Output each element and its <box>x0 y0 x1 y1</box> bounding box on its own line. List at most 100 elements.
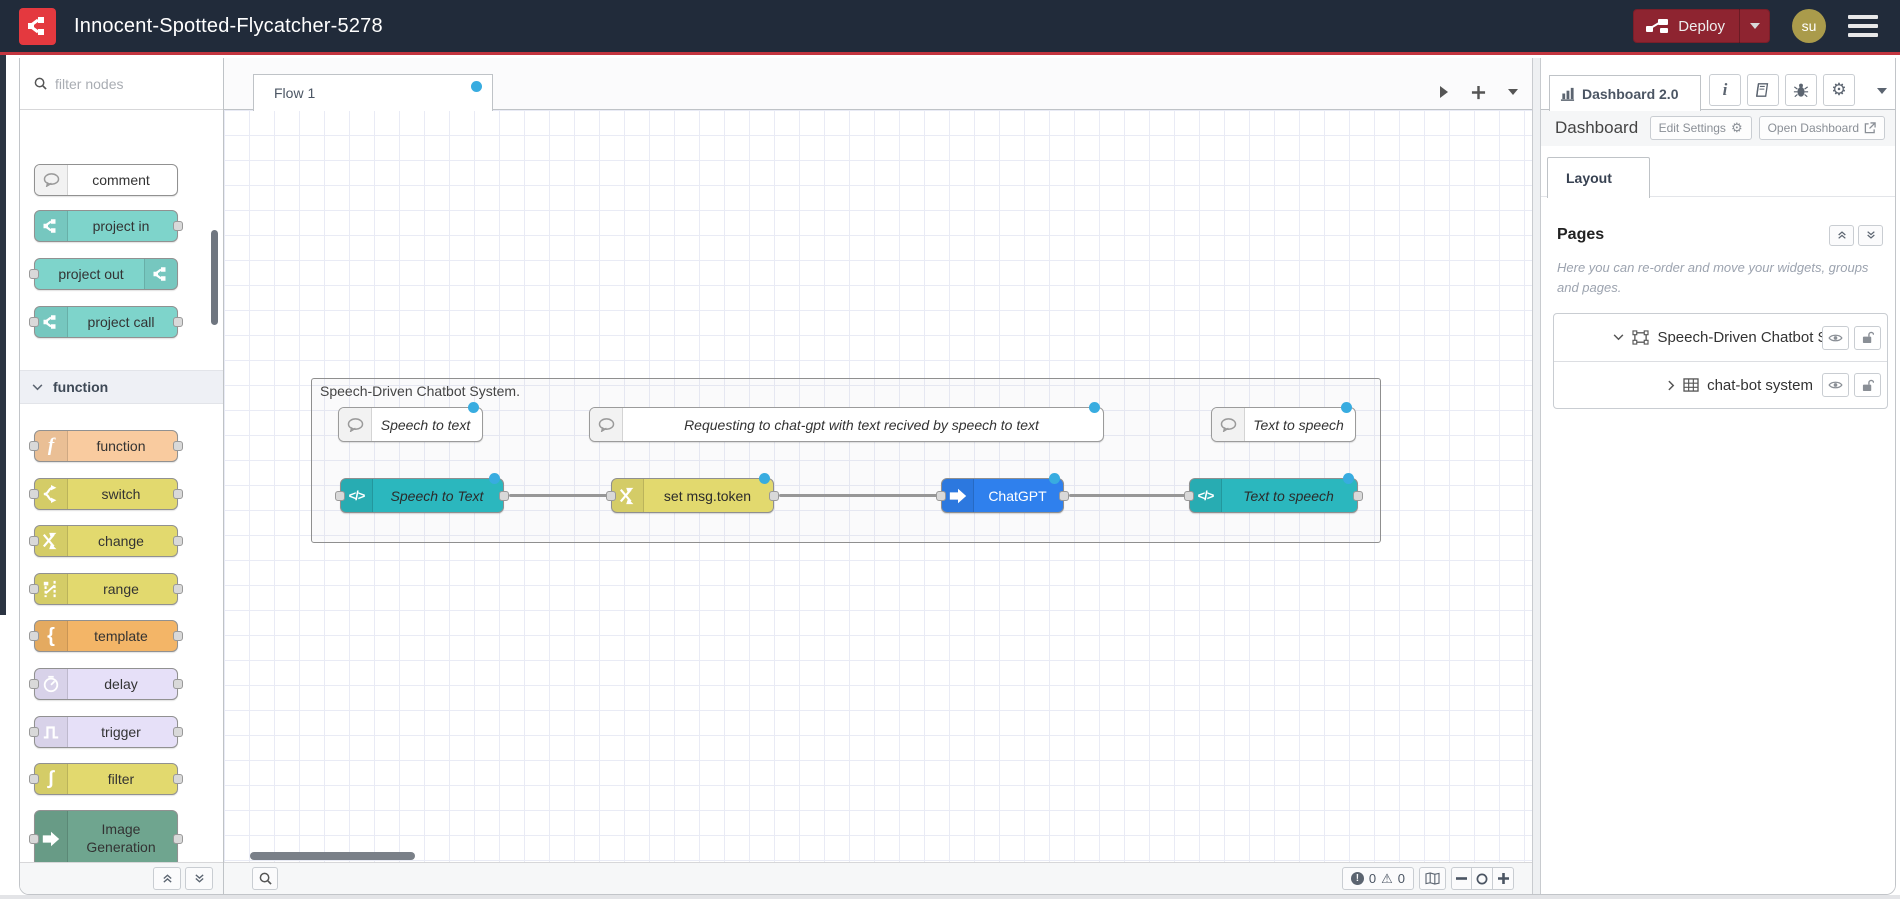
chevron-down-icon[interactable] <box>1613 334 1624 341</box>
changed-dot <box>759 473 770 484</box>
page-group-icon <box>1632 330 1650 345</box>
collapse-all-button[interactable] <box>153 867 181 890</box>
tree-row-label: Speech-Driven Chatbot S <box>1657 329 1828 346</box>
status-counts[interactable]: ! 0 ⚠ 0 <box>1341 867 1414 890</box>
palette-node-range[interactable]: range <box>29 573 183 605</box>
debug-tab-button[interactable] <box>1785 74 1817 106</box>
search-icon <box>34 77 47 90</box>
input-port[interactable] <box>1184 490 1194 501</box>
chevron-right-icon[interactable] <box>1668 380 1675 391</box>
tab-flow-1[interactable]: Flow 1 <box>253 74 493 111</box>
input-port[interactable] <box>29 584 39 594</box>
input-port[interactable] <box>29 631 39 641</box>
output-port[interactable] <box>499 490 509 501</box>
config-tab-button[interactable]: ⚙ <box>1823 74 1855 106</box>
output-port[interactable] <box>1353 490 1363 501</box>
output-port[interactable] <box>173 489 183 499</box>
expand-all-button[interactable] <box>185 867 213 890</box>
output-port[interactable] <box>769 490 779 501</box>
zoom-reset-button[interactable] <box>1472 867 1493 890</box>
lock-toggle-button[interactable] <box>1854 373 1881 397</box>
palette-scrollbar[interactable] <box>211 230 218 325</box>
user-avatar[interactable]: su <box>1792 9 1826 43</box>
tree-row-page[interactable]: Speech-Driven Chatbot S <box>1554 314 1887 361</box>
filter-icon: ∫ <box>35 764 68 794</box>
output-port[interactable] <box>173 727 183 737</box>
sidebar-menu-button[interactable] <box>1877 88 1887 94</box>
output-port[interactable] <box>173 441 183 451</box>
canvas-search-button[interactable] <box>252 867 278 890</box>
pages-collapse-all-button[interactable] <box>1829 224 1854 246</box>
input-port[interactable] <box>335 490 345 501</box>
output-port[interactable] <box>173 833 183 844</box>
input-port[interactable] <box>29 774 39 784</box>
tab-layout[interactable]: Layout <box>1547 157 1650 198</box>
input-port[interactable] <box>29 269 39 279</box>
palette-search-input[interactable] <box>55 75 185 92</box>
palette-search[interactable] <box>20 58 223 110</box>
left-scrollbar[interactable] <box>0 55 6 615</box>
palette-node-switch[interactable]: switch <box>29 478 183 510</box>
navigator-map-button[interactable] <box>1419 867 1446 890</box>
flow-node-speech-to-text[interactable]: </> Speech to Text <box>335 473 509 513</box>
output-port[interactable] <box>173 317 183 327</box>
palette-node-project-out[interactable]: project out <box>29 258 178 290</box>
output-port[interactable] <box>173 584 183 594</box>
info-tab-button[interactable]: i <box>1709 74 1741 106</box>
palette-node-image-generation[interactable]: Image Generation <box>29 810 183 862</box>
palette-node-change[interactable]: change <box>29 525 183 557</box>
canvas-horizontal-scrollbar[interactable] <box>250 852 415 860</box>
visibility-toggle-button[interactable] <box>1822 325 1849 350</box>
input-port[interactable] <box>29 727 39 737</box>
output-port[interactable] <box>173 536 183 546</box>
comment-node-text-to-speech[interactable]: Text to speech <box>1211 402 1356 442</box>
tree-row-group[interactable]: chat-bot system <box>1554 361 1887 408</box>
app-header: Innocent-Spotted-Flycatcher-5278 Deploy … <box>0 0 1900 55</box>
add-flow-button[interactable] <box>1471 85 1486 100</box>
output-port[interactable] <box>173 774 183 784</box>
palette-node-project-in[interactable]: project in <box>34 210 183 242</box>
comment-node-chatgpt-request[interactable]: Requesting to chat-gpt with text recived… <box>589 402 1104 442</box>
input-port[interactable] <box>29 536 39 546</box>
deploy-options-button[interactable] <box>1739 9 1769 43</box>
input-port[interactable] <box>29 833 39 844</box>
palette-node-function[interactable]: f function <box>29 430 183 462</box>
open-dashboard-button[interactable]: Open Dashboard <box>1758 116 1885 140</box>
zoom-in-button[interactable] <box>1493 867 1514 890</box>
output-port[interactable] <box>173 679 183 689</box>
flow-node-text-to-speech[interactable]: </> Text to speech <box>1184 473 1363 513</box>
palette-node-filter[interactable]: ∫ filter <box>29 763 183 795</box>
palette-node-trigger[interactable]: trigger <box>29 716 183 748</box>
palette-node-comment[interactable]: comment <box>34 164 178 196</box>
visibility-toggle-button[interactable] <box>1822 373 1849 397</box>
tab-dashboard-2[interactable]: Dashboard 2.0 <box>1549 75 1701 111</box>
palette-node-template[interactable]: { template <box>29 620 183 652</box>
sidebar-resize-handle[interactable] <box>1532 58 1541 894</box>
input-port[interactable] <box>29 679 39 689</box>
flow-node-chatgpt[interactable]: ChatGPT <box>936 473 1069 513</box>
zoom-controls <box>1451 867 1514 890</box>
palette-category-function[interactable]: function <box>20 370 223 404</box>
deploy-button[interactable]: Deploy <box>1633 9 1770 43</box>
comment-node-speech-to-text[interactable]: Speech to text <box>338 402 483 442</box>
input-port[interactable] <box>29 441 39 451</box>
input-port[interactable] <box>936 490 946 501</box>
input-port[interactable] <box>29 489 39 499</box>
input-port[interactable] <box>29 317 39 327</box>
pages-expand-all-button[interactable] <box>1858 224 1883 246</box>
output-port[interactable] <box>173 631 183 641</box>
lock-toggle-button[interactable] <box>1854 325 1881 350</box>
output-port[interactable] <box>1059 490 1069 501</box>
flow-node-set-msg-token[interactable]: set msg.token <box>606 473 779 513</box>
tab-scroll-right-icon[interactable] <box>1439 85 1449 99</box>
main-menu-button[interactable] <box>1848 15 1878 37</box>
zoom-out-button[interactable] <box>1451 867 1472 890</box>
edit-settings-button[interactable]: Edit Settings ⚙ <box>1649 116 1752 140</box>
palette-node-project-call[interactable]: project call <box>29 306 183 338</box>
palette-node-delay[interactable]: delay <box>29 668 183 700</box>
flow-list-button[interactable] <box>1508 89 1518 95</box>
input-port[interactable] <box>606 490 616 501</box>
help-tab-button[interactable] <box>1747 74 1779 106</box>
flow-canvas[interactable]: Speech-Driven Chatbot System. Speech to … <box>224 110 1532 862</box>
output-port[interactable] <box>173 221 183 231</box>
